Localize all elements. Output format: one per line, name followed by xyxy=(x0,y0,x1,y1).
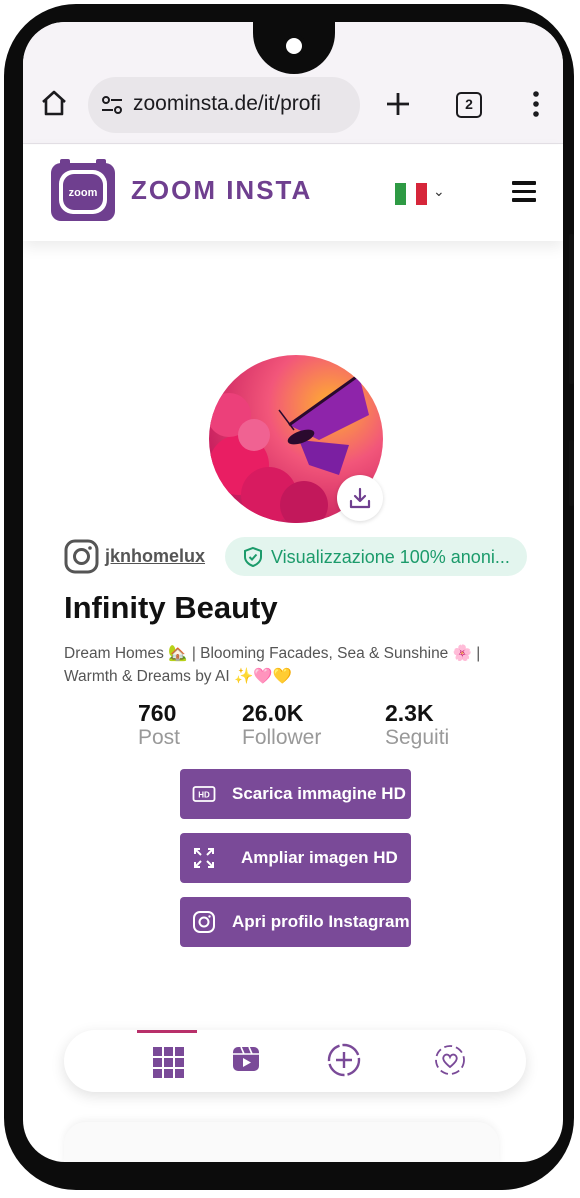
stat-posts: 760 Post xyxy=(138,700,180,750)
zoom-hd-button[interactable]: Ampliar imagen HD xyxy=(180,833,411,883)
anonymous-badge: Visualizzazione 100% anoni... xyxy=(225,537,527,576)
download-hd-label: Scarica immagine HD xyxy=(232,784,406,803)
profile-bio: Dream Homes 🏡 | Blooming Facades, Sea & … xyxy=(64,645,481,685)
profile-name: Infinity Beauty xyxy=(64,590,278,625)
username-link[interactable]: jknhomelux xyxy=(105,546,205,567)
tab-switcher-icon[interactable]: 2 xyxy=(456,92,482,118)
hamburger-menu-icon[interactable] xyxy=(512,181,536,203)
front-camera xyxy=(282,34,306,58)
expand-icon xyxy=(194,848,214,868)
home-icon[interactable] xyxy=(39,88,69,118)
stat-value: 760 xyxy=(138,700,177,726)
stat-label: Follower xyxy=(242,726,322,749)
add-circle-icon xyxy=(327,1043,361,1077)
hd-icon: HD xyxy=(192,786,216,802)
stat-followers: 26.0K Follower xyxy=(242,700,321,750)
address-bar[interactable]: zoominsta.de/it/profi xyxy=(88,77,360,133)
download-icon xyxy=(349,487,371,509)
phone-frame: zoominsta.de/it/profi 2 zoom ZOOM INSTA … xyxy=(4,4,574,1190)
zoom-insta-logo[interactable]: zoom xyxy=(51,159,115,221)
heart-story-icon xyxy=(435,1045,465,1075)
tab-highlights[interactable] xyxy=(418,1030,478,1092)
svg-text:HD: HD xyxy=(198,791,210,800)
stat-value: 2.3K xyxy=(385,700,434,726)
volume-button xyxy=(569,234,574,384)
download-hd-button[interactable]: HD Scarica immagine HD xyxy=(180,769,411,819)
screen: zoominsta.de/it/profi 2 zoom ZOOM INSTA … xyxy=(23,22,563,1162)
open-instagram-label: Apri profilo Instagram xyxy=(232,912,410,931)
italy-flag-icon[interactable] xyxy=(395,183,428,205)
username-row: jknhomelux Visualizzazione 100% anoni... xyxy=(64,537,544,579)
more-icon[interactable] xyxy=(531,90,541,118)
stat-value: 26.0K xyxy=(242,700,304,726)
zoom-hd-label: Ampliar imagen HD xyxy=(241,848,398,867)
power-button xyxy=(569,440,574,506)
stat-following: 2.3K Seguiti xyxy=(385,700,449,750)
instagram-icon xyxy=(193,911,215,933)
stat-label: Seguiti xyxy=(385,726,450,749)
site-settings-icon[interactable] xyxy=(100,93,124,117)
logo-text: zoom xyxy=(69,187,98,199)
shield-check-icon xyxy=(244,546,262,568)
chevron-down-icon[interactable]: ⌄ xyxy=(433,183,445,200)
brand-title[interactable]: ZOOM INSTA xyxy=(131,175,312,206)
site-header: zoom ZOOM INSTA ⌄ xyxy=(23,145,563,241)
tab-posts[interactable] xyxy=(137,1030,197,1092)
content-card xyxy=(64,1122,499,1162)
anonymous-badge-text: Visualizzazione 100% anoni... xyxy=(271,547,510,567)
open-instagram-button[interactable]: Apri profilo Instagram xyxy=(180,897,411,947)
new-tab-icon[interactable] xyxy=(384,90,412,118)
reels-icon xyxy=(233,1046,259,1071)
grid-icon xyxy=(153,1047,184,1078)
avatar-download-button[interactable] xyxy=(337,475,383,521)
tab-reels[interactable] xyxy=(216,1030,276,1092)
instagram-icon[interactable] xyxy=(64,539,99,574)
tab-add[interactable] xyxy=(314,1030,374,1092)
profile-tab-bar xyxy=(64,1030,526,1092)
profile-avatar[interactable] xyxy=(207,355,383,529)
url-text[interactable]: zoominsta.de/it/profi xyxy=(133,92,321,116)
stat-label: Post xyxy=(138,726,181,749)
